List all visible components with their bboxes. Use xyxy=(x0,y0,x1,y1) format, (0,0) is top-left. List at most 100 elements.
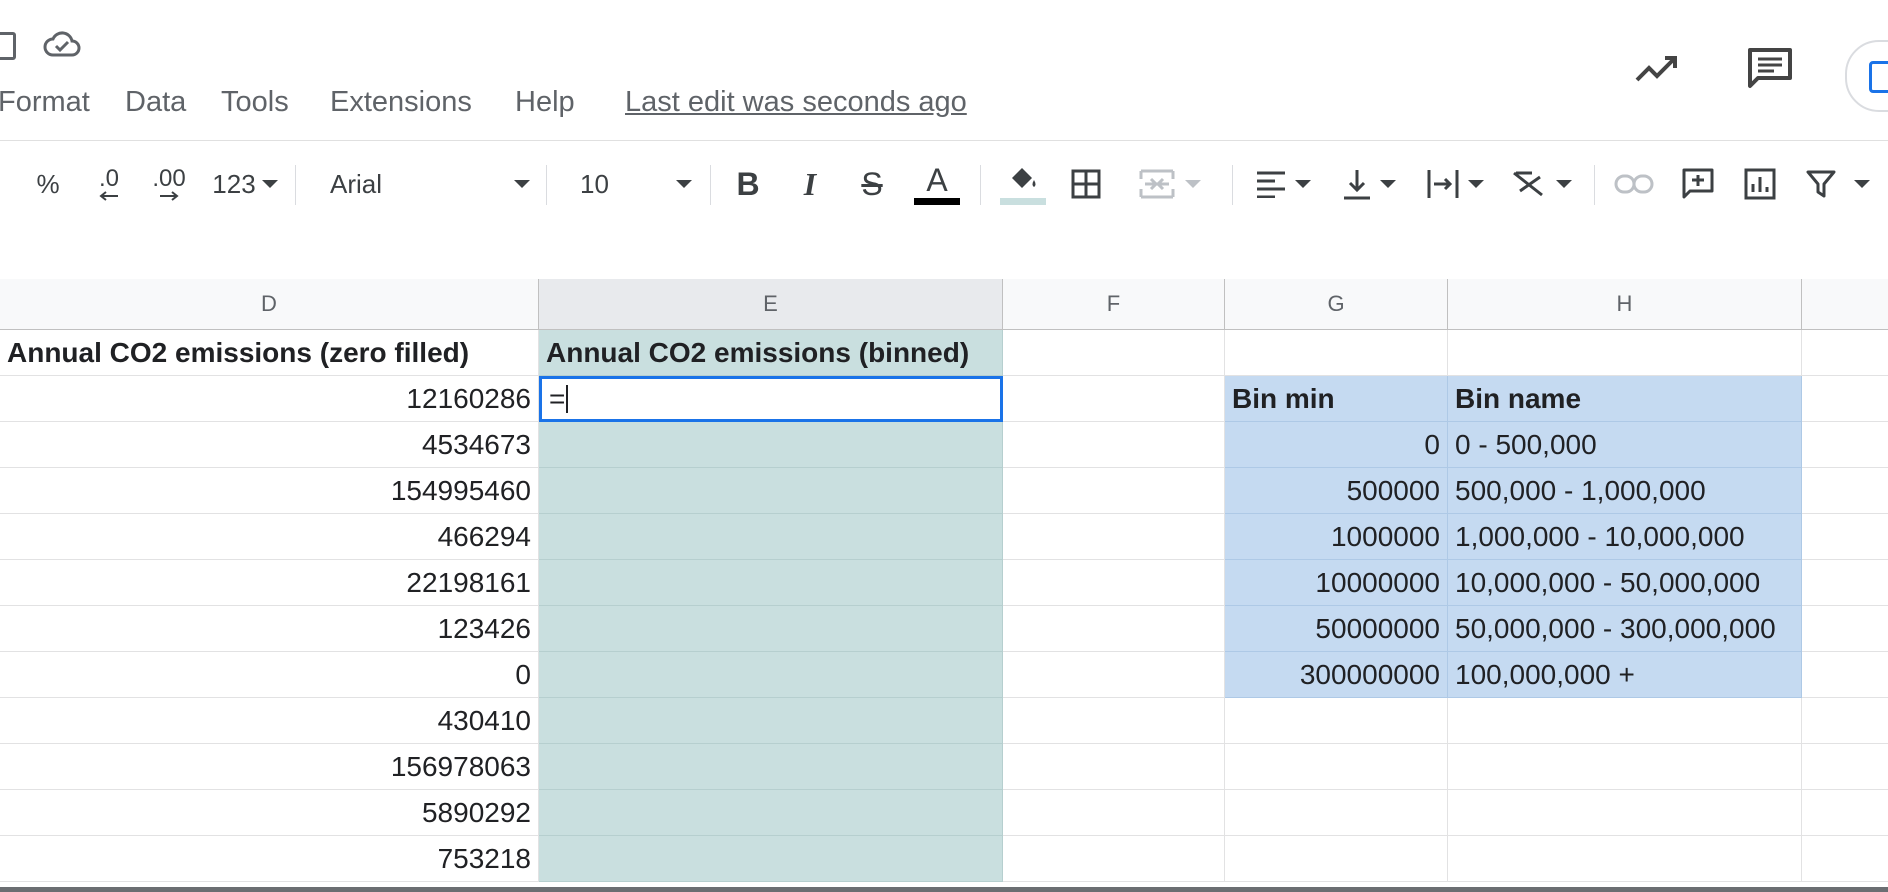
font-size-select[interactable]: 10 xyxy=(580,141,692,227)
cell[interactable] xyxy=(1802,836,1888,882)
column-header-e[interactable]: E xyxy=(539,279,1003,330)
table-row-value[interactable]: 4534673 xyxy=(0,422,539,468)
cell[interactable] xyxy=(1802,698,1888,744)
column-header-h[interactable]: H xyxy=(1448,279,1802,330)
bin-name-value[interactable]: 1,000,000 - 10,000,000 xyxy=(1448,514,1802,560)
column-header-g[interactable]: G xyxy=(1225,279,1448,330)
comments-icon[interactable] xyxy=(1746,46,1794,95)
last-edit-link[interactable]: Last edit was seconds ago xyxy=(625,86,967,119)
column-header-i[interactable] xyxy=(1802,279,1888,330)
cell[interactable] xyxy=(539,652,1003,698)
bin-min-value[interactable]: 50000000 xyxy=(1225,606,1448,652)
cell[interactable] xyxy=(1448,330,1802,376)
bin-name-value[interactable]: 50,000,000 - 300,000,000 xyxy=(1448,606,1802,652)
column-header-d[interactable]: D xyxy=(0,279,539,330)
filter-button[interactable] xyxy=(1806,141,1888,227)
activity-trend-icon[interactable] xyxy=(1633,52,1681,89)
cell[interactable] xyxy=(1802,468,1888,514)
table-row-value[interactable]: 466294 xyxy=(0,514,539,560)
bin-name-value[interactable]: 0 - 500,000 xyxy=(1448,422,1802,468)
table-row-value[interactable]: 123426 xyxy=(0,606,539,652)
cell[interactable] xyxy=(1003,606,1225,652)
active-cell-editor[interactable]: = xyxy=(539,376,1003,422)
table-row-value[interactable]: 12160286 xyxy=(0,376,539,422)
cell[interactable] xyxy=(1802,330,1888,376)
cell[interactable] xyxy=(1448,836,1802,882)
cell[interactable] xyxy=(1003,744,1225,790)
cell[interactable] xyxy=(539,514,1003,560)
cell[interactable] xyxy=(1448,744,1802,790)
cell[interactable] xyxy=(1003,468,1225,514)
cell-d-header[interactable]: Annual CO2 emissions (zero filled) xyxy=(0,330,539,376)
insert-chart-button[interactable] xyxy=(1738,141,1782,227)
merge-cells-button[interactable] xyxy=(1130,141,1210,227)
meet-button[interactable] xyxy=(1845,40,1888,112)
more-formats-button[interactable]: 123 xyxy=(206,141,284,227)
borders-button[interactable] xyxy=(1064,141,1108,227)
cell[interactable] xyxy=(539,836,1003,882)
cell[interactable] xyxy=(1448,698,1802,744)
cell[interactable] xyxy=(1225,744,1448,790)
column-header-f[interactable]: F xyxy=(1003,279,1225,330)
cell[interactable] xyxy=(1225,790,1448,836)
bin-min-value[interactable]: 1000000 xyxy=(1225,514,1448,560)
cell[interactable] xyxy=(1802,514,1888,560)
menu-data[interactable]: Data xyxy=(125,86,186,119)
cell[interactable] xyxy=(1003,790,1225,836)
cell[interactable] xyxy=(1003,560,1225,606)
formula-bar[interactable] xyxy=(0,227,1888,279)
cell[interactable] xyxy=(1448,790,1802,836)
italic-button[interactable]: I xyxy=(792,141,828,227)
cell[interactable] xyxy=(1003,330,1225,376)
menu-help[interactable]: Help xyxy=(515,86,575,119)
menu-format[interactable]: Format xyxy=(0,86,90,119)
cell[interactable] xyxy=(1802,606,1888,652)
cell[interactable] xyxy=(539,790,1003,836)
move-icon[interactable] xyxy=(0,32,16,60)
cell[interactable] xyxy=(1225,698,1448,744)
cell[interactable] xyxy=(1802,744,1888,790)
table-row-value[interactable]: 154995460 xyxy=(0,468,539,514)
format-percent-button[interactable]: % xyxy=(30,141,66,227)
bin-name-value[interactable]: 100,000,000 + xyxy=(1448,652,1802,698)
bin-name-header[interactable]: Bin name xyxy=(1448,376,1802,422)
cell[interactable] xyxy=(539,560,1003,606)
cell[interactable] xyxy=(1003,698,1225,744)
cell[interactable] xyxy=(539,468,1003,514)
bin-min-value[interactable]: 10000000 xyxy=(1225,560,1448,606)
font-family-select[interactable]: Arial xyxy=(330,141,530,227)
cell[interactable] xyxy=(1802,376,1888,422)
menu-tools[interactable]: Tools xyxy=(221,86,289,119)
cell[interactable] xyxy=(1802,422,1888,468)
table-row-value[interactable]: 22198161 xyxy=(0,560,539,606)
bin-min-header[interactable]: Bin min xyxy=(1225,376,1448,422)
cell[interactable] xyxy=(539,422,1003,468)
bold-button[interactable]: B xyxy=(730,141,766,227)
table-row-value[interactable]: 430410 xyxy=(0,698,539,744)
cell[interactable] xyxy=(1003,422,1225,468)
decrease-decimal-button[interactable]: .0 xyxy=(86,141,132,227)
cell[interactable] xyxy=(1802,790,1888,836)
table-row-value[interactable]: 5890292 xyxy=(0,790,539,836)
cell[interactable] xyxy=(1225,330,1448,376)
fill-color-button[interactable] xyxy=(998,141,1048,227)
menu-extensions[interactable]: Extensions xyxy=(330,86,472,119)
cloud-saved-icon[interactable] xyxy=(42,30,82,65)
bin-min-value[interactable]: 300000000 xyxy=(1225,652,1448,698)
cell[interactable] xyxy=(539,606,1003,652)
cell[interactable] xyxy=(1003,836,1225,882)
bin-name-value[interactable]: 10,000,000 - 50,000,000 xyxy=(1448,560,1802,606)
cell[interactable] xyxy=(1802,652,1888,698)
vertical-align-button[interactable] xyxy=(1336,141,1402,227)
table-row-value[interactable]: 156978063 xyxy=(0,744,539,790)
cell[interactable] xyxy=(1802,560,1888,606)
cell[interactable] xyxy=(539,744,1003,790)
table-row-value[interactable]: 0 xyxy=(0,652,539,698)
bin-min-value[interactable]: 0 xyxy=(1225,422,1448,468)
text-color-button[interactable]: A xyxy=(912,141,962,227)
insert-link-button[interactable] xyxy=(1612,141,1656,227)
cell[interactable] xyxy=(1225,836,1448,882)
cell[interactable] xyxy=(539,698,1003,744)
text-wrapping-button[interactable] xyxy=(1420,141,1490,227)
bin-min-value[interactable]: 500000 xyxy=(1225,468,1448,514)
